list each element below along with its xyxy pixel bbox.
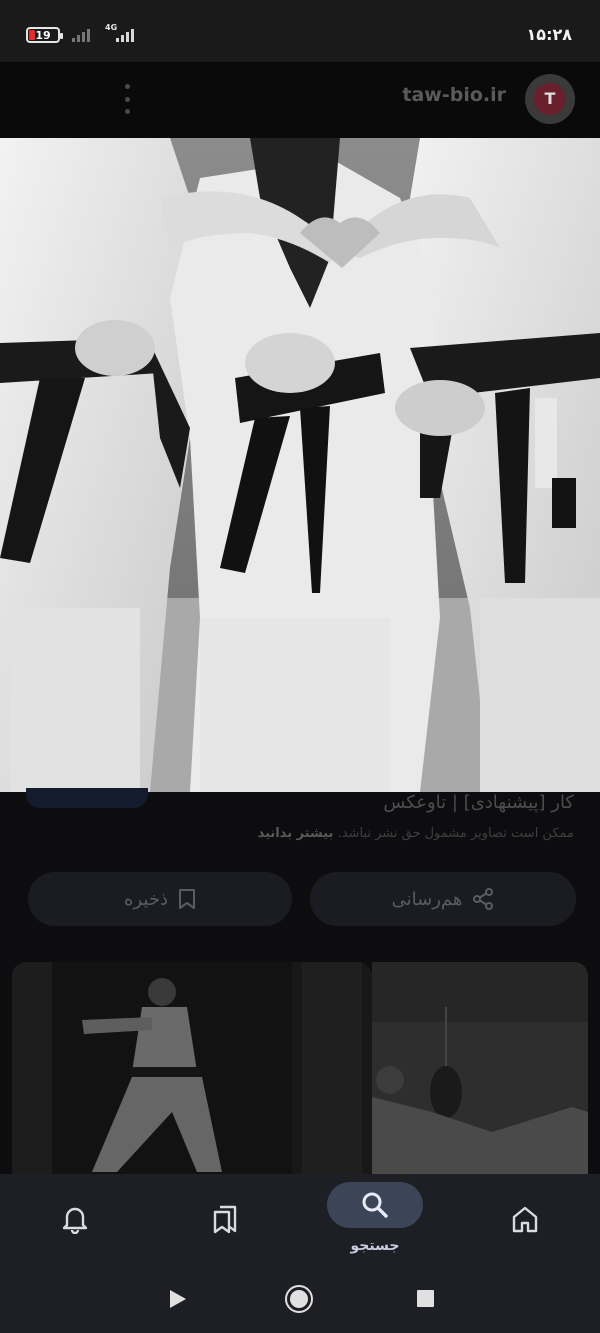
search-icon: [362, 1192, 388, 1218]
source-site-bar: taw-bio.ir T: [0, 62, 600, 138]
recent-apps-icon[interactable]: [417, 1290, 434, 1307]
bottom-navigation: جستجو: [0, 1174, 600, 1272]
copyright-notice: ممکن است تصاویر مشمول حق نشر نباشد. بیشت…: [258, 826, 574, 841]
nav-notifications[interactable]: [15, 1174, 135, 1272]
status-clock: ۱۵:۲۸: [526, 25, 572, 44]
nav-home[interactable]: [465, 1174, 585, 1272]
system-home-icon[interactable]: [285, 1285, 313, 1313]
site-logo[interactable]: T: [525, 74, 575, 124]
battery-icon: 19: [26, 27, 63, 43]
nav-search[interactable]: جستجو: [315, 1174, 435, 1272]
share-label: هم‌رسانی: [391, 888, 463, 910]
signal-strength-icon-sim1: [72, 28, 90, 42]
bookmark-icon: [178, 889, 195, 909]
share-button[interactable]: هم‌رسانی: [310, 872, 576, 926]
karate-kick-photo: [12, 962, 372, 1174]
learn-more-link[interactable]: بیشتر بدانید: [258, 826, 334, 841]
lens-result-sheet: کار [پیشنهادی] | تاوعکس ممکن است تصاویر …: [0, 788, 600, 1174]
status-bar: 19 4G ۱۵:۲۸: [0, 0, 600, 62]
save-label: ذخیره: [124, 888, 168, 910]
collections-icon: [213, 1205, 237, 1234]
karate-group-photo: [0, 138, 600, 792]
back-triangle-icon[interactable]: [168, 1288, 188, 1310]
more-options-icon[interactable]: [122, 84, 132, 114]
system-navigation-bar: [0, 1272, 600, 1333]
site-url[interactable]: taw-bio.ir: [402, 84, 506, 106]
signal-strength-icon-sim2: [116, 28, 134, 42]
bell-icon: [62, 1207, 88, 1234]
battery-level: 19: [35, 28, 51, 42]
nav-saved-collections[interactable]: [165, 1174, 285, 1272]
main-image[interactable]: [0, 138, 600, 792]
visit-button[interactable]: [26, 788, 148, 808]
active-tab-indicator: [327, 1182, 423, 1228]
nav-search-label: جستجو: [350, 1238, 400, 1254]
result-title[interactable]: کار [پیشنهادی] | تاوعکس: [383, 792, 574, 813]
kickboxing-photo: [372, 962, 588, 1174]
notice-text: ممکن است تصاویر مشمول حق نشر نباشد.: [337, 826, 574, 841]
share-icon: [473, 888, 494, 910]
save-button[interactable]: ذخیره: [28, 872, 292, 926]
related-image-thumbnail[interactable]: [12, 962, 372, 1174]
related-image-thumbnail[interactable]: [372, 962, 588, 1174]
home-icon: [512, 1206, 538, 1233]
